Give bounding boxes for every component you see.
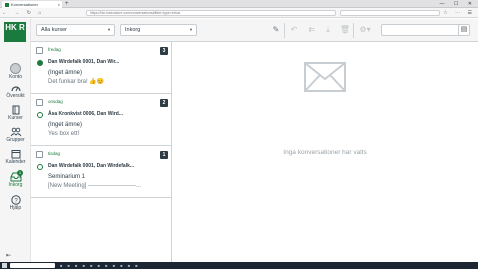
conversation-preview: Det funkar bra! 👍😊 <box>48 79 105 85</box>
message-detail-pane: Inga konversationer har valts <box>172 42 478 262</box>
nav-item-hjalp[interactable]: ? Hjälp <box>0 195 31 212</box>
delete-icon[interactable]: 🗑 <box>339 24 351 36</box>
nav-item-grupper[interactable]: Grupper <box>0 127 31 144</box>
collapse-nav-icon[interactable]: ⇤ <box>6 252 11 259</box>
conversation-participants: Dan Wirdefalk 0001, Dan Wirdefalk... <box>48 163 135 169</box>
message-count: 1 <box>160 151 168 159</box>
nav-label: Konto <box>8 74 23 80</box>
empty-state-message: Inga konversationer har valts <box>283 149 367 156</box>
conversation-participants: Dan Wirdefalk 0001, Dan Wir... <box>48 59 120 65</box>
browser-tab-bar: Konversationer × + — ☐ ✕ <box>0 0 478 8</box>
compose-icon[interactable]: ✎ <box>270 24 282 36</box>
archive-icon[interactable]: ⤓ <box>322 24 334 36</box>
favicon-icon <box>5 3 9 7</box>
tab-close-icon[interactable]: × <box>58 1 60 8</box>
tab-title: Konversationer <box>11 2 38 7</box>
nav-item-konto[interactable]: Konto <box>0 63 31 81</box>
mailbox-filter-value: Inkorg <box>125 27 141 33</box>
conversation-item[interactable]: fredag 3 Dan Wirdefalk 0001, Dan Wir... … <box>31 42 172 94</box>
conversation-participants: Åsa Kronkvist 0006, Dan Wird... <box>48 111 123 117</box>
browser-tool-icons[interactable]: ☆ ⋯ ☰ <box>443 8 475 18</box>
courses-icon <box>10 105 22 115</box>
hkr-logo[interactable]: HK R <box>4 22 26 42</box>
inbox-unread-badge: 1 <box>17 170 23 176</box>
screen: Konversationer × + — ☐ ✕ ← → ↻ ⌂ https:/… <box>0 0 478 269</box>
browser-search-input[interactable] <box>340 10 440 16</box>
dashboard-icon <box>10 83 22 93</box>
select-checkbox[interactable] <box>36 47 43 54</box>
conversation-preview: [New Meeting] ------------------------..… <box>48 183 141 189</box>
select-checkbox[interactable] <box>36 151 43 158</box>
help-icon: ? <box>10 195 22 205</box>
reply-all-icon[interactable]: ⇇ <box>306 24 318 36</box>
conversation-list: fredag 3 Dan Wirdefalk 0001, Dan Wir... … <box>31 42 172 262</box>
account-avatar <box>10 63 21 74</box>
conversation-subject: (Inget ämne) <box>48 122 83 128</box>
conversation-date: tisdag <box>48 151 61 156</box>
course-filter-value: Alla kurser <box>41 27 67 33</box>
inbox-toolbar: Alla kurser ▼ Inkorg ▼ ✎ ↶ ⇇ ⤓ 🗑 ⚙▾ ▤ <box>31 19 478 42</box>
select-checkbox[interactable] <box>36 99 43 106</box>
nav-label: Översikt <box>6 93 25 99</box>
nav-item-kurser[interactable]: Kurser <box>0 105 31 122</box>
browser-tab[interactable]: Konversationer × <box>2 1 62 8</box>
conversation-subject: (Inget ämne) <box>48 70 83 76</box>
nav-label: Kalender <box>5 159 26 165</box>
envelope-icon <box>304 62 346 92</box>
read-indicator[interactable] <box>37 164 43 170</box>
window-controls[interactable]: — ☐ ✕ <box>440 0 476 8</box>
conversation-date: fredag <box>48 47 61 52</box>
browser-nav-bar: ← → ↻ ⌂ https://hkr.instructure.com/conv… <box>0 8 478 18</box>
conversation-subject: Seminarium 1 <box>48 174 86 180</box>
conversation-item[interactable]: tisdag 1 Dan Wirdefalk 0001, Dan Wirdefa… <box>31 146 172 198</box>
conversation-date: onsdag <box>48 99 63 104</box>
address-book-icon[interactable]: ▤ <box>458 24 470 36</box>
nav-label: Kurser <box>8 115 23 121</box>
course-filter-select[interactable]: Alla kurser ▼ <box>36 24 115 36</box>
read-indicator[interactable] <box>37 112 43 118</box>
settings-icon[interactable]: ⚙▾ <box>357 24 373 36</box>
nav-label: Inkorg <box>8 182 23 188</box>
reply-icon[interactable]: ↶ <box>288 24 300 36</box>
chevron-down-icon: ▼ <box>189 27 193 32</box>
unread-indicator[interactable] <box>37 60 43 66</box>
new-tab-button[interactable]: + <box>65 0 69 8</box>
nav-item-kalender[interactable]: Kalender <box>0 149 31 166</box>
chevron-down-icon: ▼ <box>107 27 111 32</box>
global-nav: HK R Konto Översikt Kurser Grupper Kalen… <box>0 19 31 262</box>
conversation-search-input[interactable] <box>381 24 466 36</box>
toolbar-divider <box>284 23 285 38</box>
address-bar[interactable]: https://hkr.instructure.com/conversation… <box>86 10 336 16</box>
browser-nav-icons[interactable]: ← → ↻ ⌂ <box>2 8 44 18</box>
mailbox-filter-select[interactable]: Inkorg ▼ <box>120 24 197 36</box>
nav-label: Hjälp <box>9 205 22 211</box>
os-taskbar: ■ ■ ■ ■ ■ ■ ■ ■ ■ ■ ■ <box>0 262 478 269</box>
calendar-icon <box>10 149 22 159</box>
nav-item-oversikt[interactable]: Översikt <box>0 83 31 100</box>
message-count: 2 <box>160 99 168 107</box>
nav-label: Grupper <box>6 137 25 143</box>
taskbar-search-input[interactable] <box>10 263 55 268</box>
message-count: 3 <box>160 47 168 55</box>
conversation-preview: Yes box ett! <box>48 131 80 137</box>
nav-item-inkorg[interactable]: 1 Inkorg <box>0 170 31 189</box>
toolbar-divider <box>353 23 354 38</box>
conversation-item[interactable]: onsdag 2 Åsa Kronkvist 0006, Dan Wird...… <box>31 94 172 146</box>
start-icon[interactable] <box>2 263 7 268</box>
taskbar-app-icons[interactable]: ■ ■ ■ ■ ■ ■ ■ ■ ■ ■ ■ <box>60 263 140 268</box>
groups-icon <box>10 127 22 137</box>
